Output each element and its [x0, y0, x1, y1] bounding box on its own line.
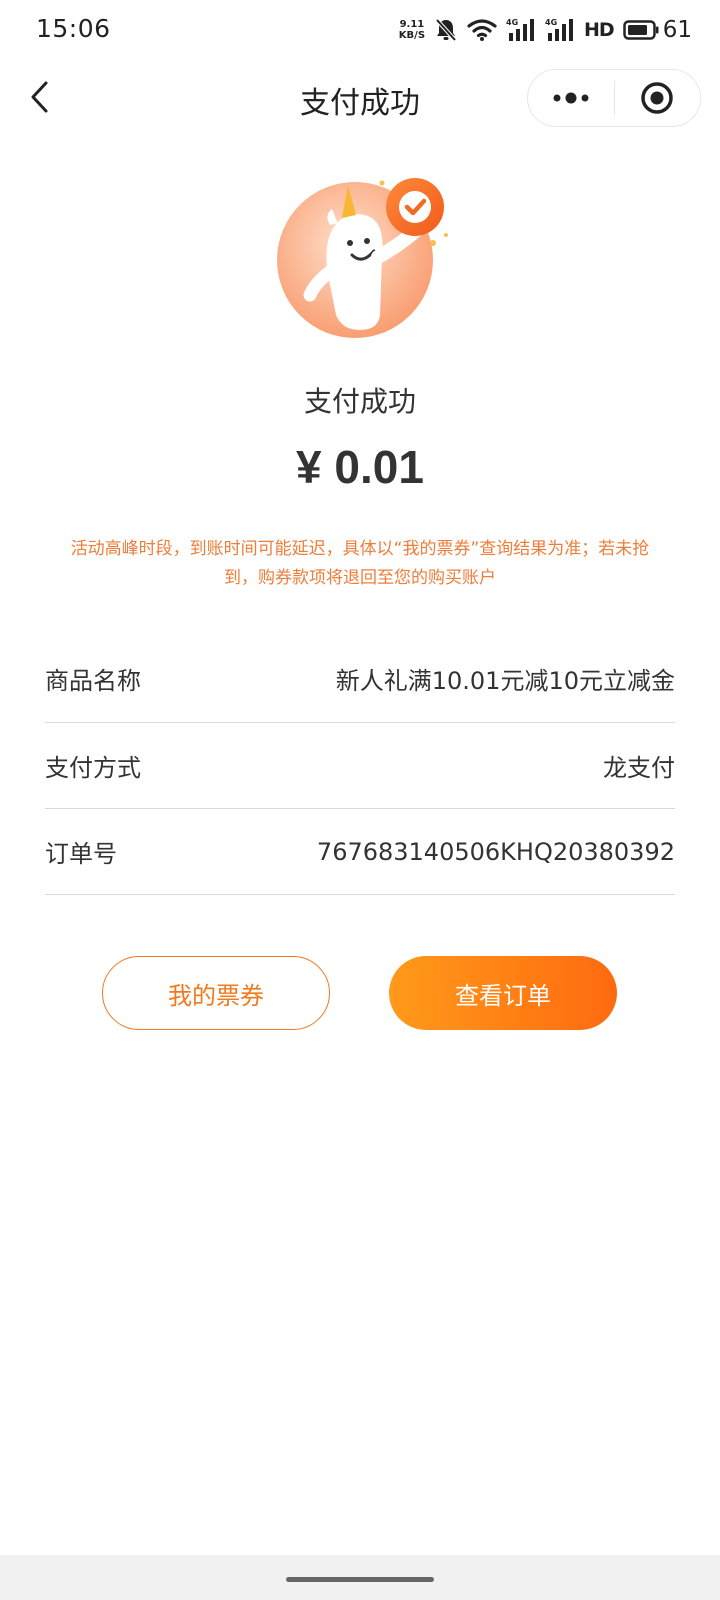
- detail-label: 订单号: [45, 840, 117, 868]
- wifi-icon: [467, 18, 497, 42]
- result-title: 支付成功: [303, 385, 416, 418]
- gesture-bar: [0, 1555, 720, 1600]
- network-speed: 9.11 KB/S: [399, 19, 425, 41]
- battery: 61: [622, 17, 692, 43]
- check-circle-icon: [386, 178, 444, 236]
- arrival-notice: 活动高峰时段，到账时间可能延迟，具体以“我的票券”查询结果为准；若未抢到，购券款…: [70, 539, 650, 588]
- status-time: 15:06: [36, 14, 111, 43]
- detail-row-payment-method: 支付方式 龙支付: [45, 723, 675, 809]
- order-details: 商品名称 新人礼满10.01元减10元立减金 支付方式 龙支付 订单号 7676…: [45, 635, 675, 895]
- detail-value: 龙支付: [603, 754, 675, 782]
- more-button[interactable]: [528, 70, 614, 126]
- bell-muted-icon: [434, 17, 458, 43]
- payment-amount: ¥ 0.01: [296, 441, 424, 493]
- detail-value: 新人礼满10.01元减10元立减金: [335, 667, 675, 695]
- battery-icon: [622, 20, 659, 40]
- success-illustration: [270, 165, 460, 355]
- miniprogram-capsule: [527, 69, 701, 127]
- battery-level: 61: [662, 17, 692, 43]
- detail-value: 767683140506KHQ20380392: [316, 837, 675, 866]
- my-tickets-button[interactable]: 我的票券: [102, 956, 330, 1030]
- svg-text:4G: 4G: [506, 18, 518, 27]
- detail-label: 支付方式: [45, 754, 141, 782]
- network-speed-value: 9.11: [399, 19, 425, 30]
- more-dots-icon: [552, 91, 590, 105]
- detail-label: 商品名称: [45, 667, 141, 695]
- hd-indicator: HD: [584, 19, 615, 41]
- svg-text:4G: 4G: [545, 18, 557, 27]
- nav-bar: 支付成功: [0, 62, 720, 132]
- signal-1-icon: 4G: [506, 17, 536, 43]
- home-indicator[interactable]: [286, 1577, 434, 1582]
- signal-2-icon: 4G: [545, 17, 575, 43]
- network-speed-unit: KB/S: [398, 30, 426, 41]
- target-circle-icon: [640, 81, 674, 115]
- close-button[interactable]: [615, 70, 701, 126]
- status-icons: 9.11 KB/S 4G 4G HD 61: [399, 14, 692, 46]
- view-order-button[interactable]: 查看订单: [389, 956, 617, 1030]
- status-bar: 15:06 9.11 KB/S 4G 4G HD 61: [0, 0, 720, 60]
- detail-row-product: 商品名称 新人礼满10.01元减10元立减金: [45, 635, 675, 723]
- detail-row-order-number: 订单号 767683140506KHQ20380392: [45, 809, 675, 895]
